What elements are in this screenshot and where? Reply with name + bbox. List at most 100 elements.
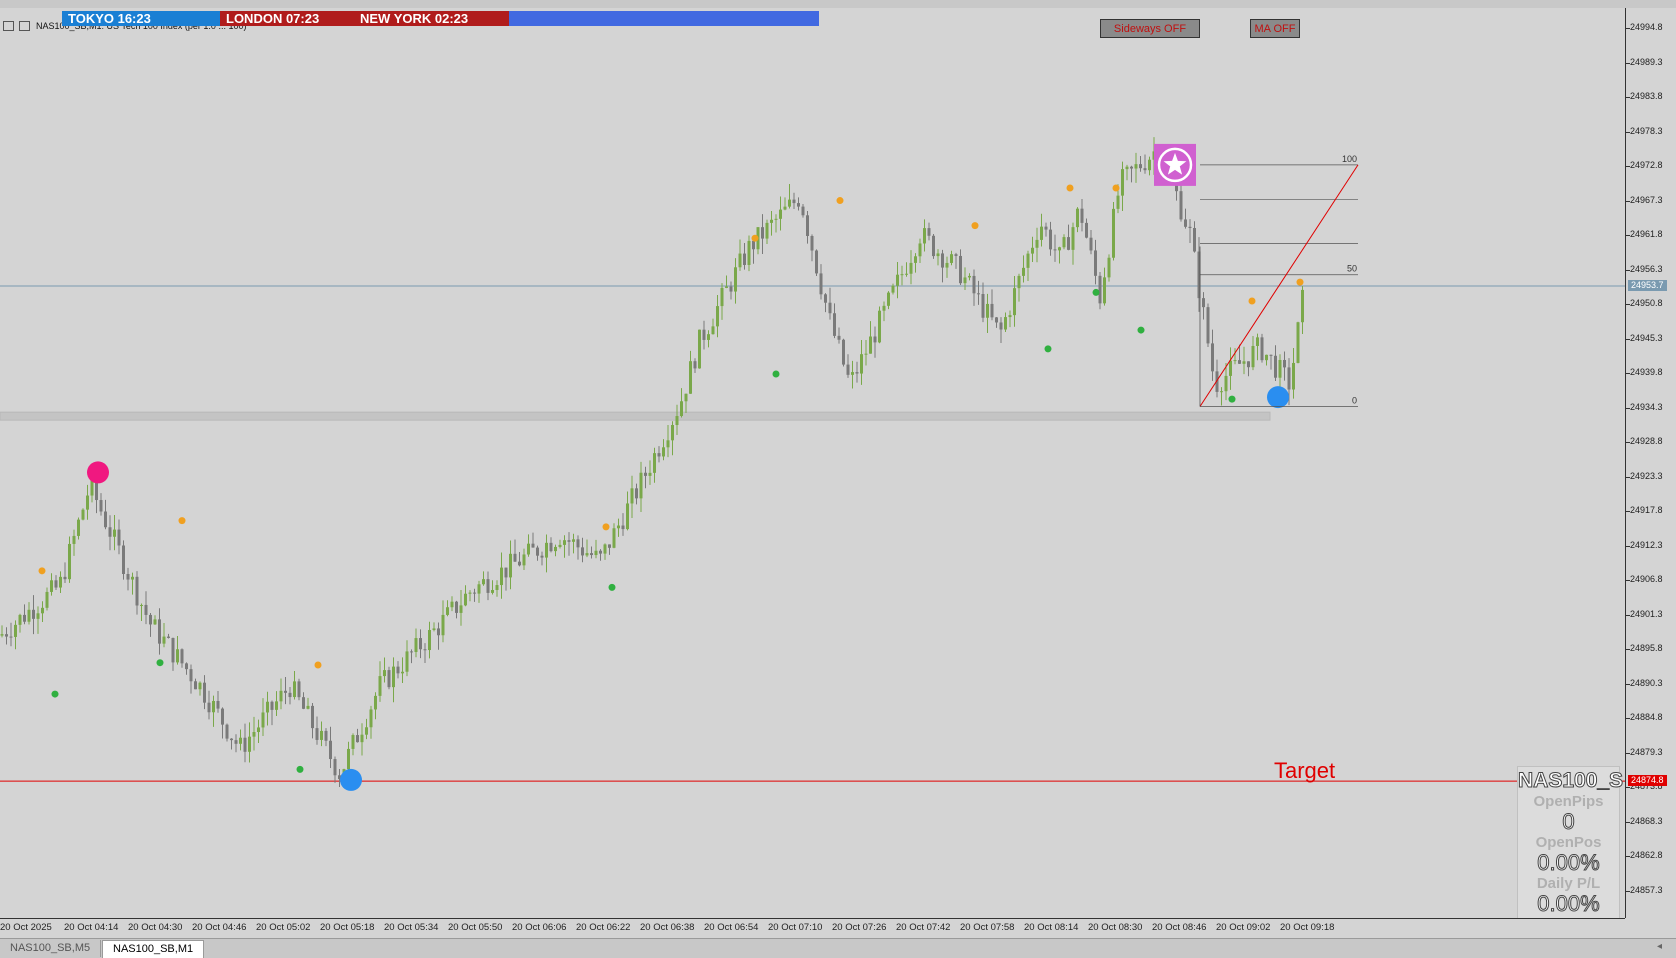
bear-candle — [1044, 226, 1048, 230]
time-axis[interactable]: 20 Oct 2025 20 Oct 04:14 20 Oct 04:30 20 Oc… — [0, 918, 1625, 939]
bear-candle — [180, 649, 184, 664]
bull-candle — [491, 589, 494, 593]
bear-candle — [824, 294, 827, 303]
bear-candle — [959, 255, 962, 284]
bear-candle — [855, 372, 859, 374]
bear-candle — [185, 663, 188, 670]
bull-candle — [212, 700, 215, 713]
bear-candle — [1049, 229, 1052, 250]
bull-candle — [905, 273, 908, 275]
bull-candle — [392, 666, 395, 688]
bear-candle — [410, 651, 413, 653]
bull-candle — [59, 576, 62, 588]
time-tick-label: 20 Oct 08:30 — [1088, 922, 1143, 933]
price-tick-label: 24972.8 — [1630, 160, 1663, 171]
bull-candle — [945, 262, 949, 268]
price-chart[interactable]: 100 50 0 — [0, 8, 1625, 918]
bull-candle — [648, 472, 652, 476]
bull-candle — [1062, 237, 1066, 248]
bull-candle — [500, 567, 503, 586]
scroll-left-icon[interactable]: ◂ — [1657, 941, 1662, 952]
bull-candle — [113, 529, 116, 537]
bear-candle — [657, 453, 661, 457]
time-tick-label: 20 Oct 06:22 — [576, 922, 631, 933]
bear-candle — [995, 317, 998, 323]
bull-candle — [918, 243, 922, 257]
swing-high-marker — [836, 197, 844, 205]
bear-candle — [311, 705, 314, 729]
tokyo-session-badge: TOKYO 16:23 — [62, 11, 227, 26]
bull-candle — [1220, 391, 1223, 393]
bear-candle — [207, 702, 211, 713]
price-tick — [1626, 891, 1630, 892]
bull-candle — [261, 712, 265, 728]
swing-high-marker — [971, 222, 979, 230]
bull-candle — [360, 734, 364, 743]
bull-candle — [50, 580, 53, 592]
bull-candle — [851, 372, 854, 375]
bull-candle — [864, 353, 868, 355]
swing-low-marker — [1044, 345, 1052, 353]
chart-list-icon[interactable] — [3, 21, 14, 31]
target-label: Target — [1274, 758, 1336, 783]
sideways-toggle-button[interactable]: Sideways OFF — [1100, 19, 1200, 38]
time-tick-label: 20 Oct 2025 — [0, 922, 52, 933]
time-tick-label: 20 Oct 05:34 — [384, 922, 439, 933]
bear-candle — [104, 511, 107, 528]
bear-candle — [981, 293, 985, 318]
bear-candle — [149, 614, 152, 625]
bear-candle — [743, 253, 746, 265]
bear-candle — [693, 361, 697, 369]
bear-candle — [158, 619, 161, 644]
price-tick — [1626, 131, 1630, 133]
price-tick — [1626, 545, 1630, 547]
bear-candle — [203, 682, 206, 703]
stats-symbol: NAS100_S — [1518, 769, 1624, 793]
bear-candle — [581, 547, 584, 556]
price-axis[interactable]: 24994.8 24989.3 24983.8 24978.3 24972.8 24967… — [1625, 8, 1676, 918]
bull-candle — [1292, 362, 1295, 390]
support-zone — [0, 411, 1271, 421]
bear-candle — [63, 576, 67, 580]
bear-candle — [1287, 367, 1291, 390]
bear-candle — [243, 737, 247, 752]
bear-candle — [518, 561, 521, 566]
bear-candle — [752, 240, 755, 250]
bear-candle — [1085, 222, 1088, 238]
bear-candle — [977, 293, 980, 295]
bear-candle — [437, 628, 440, 636]
bear-candle — [972, 275, 976, 294]
bear-candle — [1211, 343, 1214, 372]
tab-nas100-m1[interactable]: NAS100_SB,M1 — [102, 940, 205, 958]
ma-toggle-button[interactable]: MA OFF — [1250, 19, 1300, 38]
swing-high-marker — [1296, 278, 1304, 286]
bull-candle — [626, 503, 629, 530]
bull-candle — [446, 607, 449, 615]
bear-candle — [1193, 227, 1196, 252]
bear-candle — [189, 669, 193, 682]
bull-candle — [495, 585, 499, 590]
bear-candle — [288, 692, 292, 698]
open-pips-label: OpenPips — [1533, 793, 1604, 810]
price-tick — [1626, 442, 1630, 444]
fib-level-label: 100 — [1342, 154, 1357, 164]
bear-candle — [1247, 361, 1250, 368]
bull-candle — [554, 546, 557, 552]
price-tick-label: 24901.3 — [1630, 608, 1663, 619]
bull-candle — [747, 240, 751, 265]
chart-type-icon[interactable] — [19, 21, 30, 31]
bear-candle — [590, 553, 593, 556]
bull-candle — [684, 393, 688, 402]
bear-candle — [1206, 307, 1210, 344]
tab-nas100-m5[interactable]: NAS100_SB,M5 — [0, 940, 102, 957]
swing-low-marker — [1092, 288, 1100, 296]
session-progress-bar — [509, 11, 819, 26]
bear-candle — [842, 339, 845, 365]
bull-candle — [675, 416, 679, 426]
price-tick — [1626, 856, 1630, 858]
bear-candle — [635, 488, 638, 499]
bull-candle — [765, 222, 769, 239]
chart-plot-area[interactable]: 100 50 0 NAS100_SB,M1: US Tech 100 Index (… — [0, 8, 1625, 920]
time-tick-label: 20 Oct 07:26 — [832, 922, 887, 933]
time-tick-label: 20 Oct 04:46 — [192, 922, 247, 933]
